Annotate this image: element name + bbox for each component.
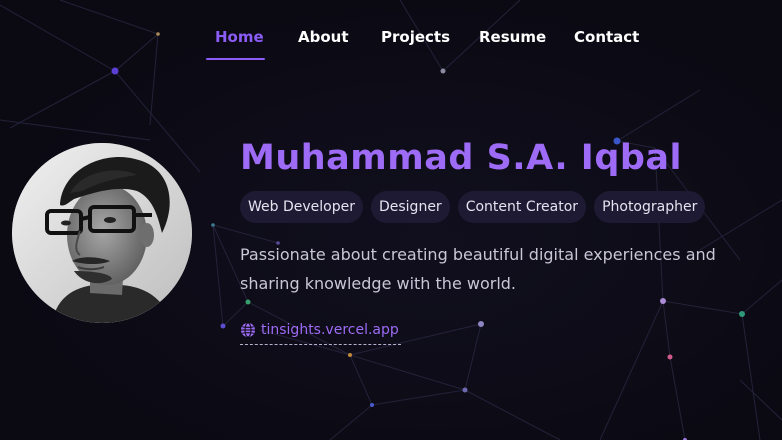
top-navigation: Home About Projects Resume Contact <box>0 0 782 76</box>
profile-avatar <box>12 143 192 323</box>
nav-link-contact[interactable]: Contact <box>574 26 639 48</box>
tag-photographer: Photographer <box>594 191 706 223</box>
profile-bio: Passionate about creating beautiful digi… <box>240 245 716 293</box>
tag-designer: Designer <box>370 191 450 223</box>
active-nav-indicator <box>206 58 265 60</box>
nav-link-projects[interactable]: Projects <box>381 26 450 48</box>
tag-web-developer: Web Developer <box>240 191 363 223</box>
tag-content-creator: Content Creator <box>457 191 587 223</box>
profile-name: Muhammad S.A. Iqbal <box>240 138 683 178</box>
website-link[interactable]: tinsights.vercel.app <box>240 316 401 345</box>
role-tags: Web Developer Designer Content Creator P… <box>240 191 706 223</box>
globe-icon <box>241 322 255 338</box>
website-link-text[interactable]: tinsights.vercel.app <box>261 320 399 340</box>
nav-link-about[interactable]: About <box>298 26 349 48</box>
nav-link-resume[interactable]: Resume <box>479 26 546 48</box>
portfolio-page: Home About Projects Resume Contact Muham… <box>0 0 782 440</box>
nav-link-home[interactable]: Home <box>215 26 264 48</box>
portrait-photo <box>12 143 192 323</box>
